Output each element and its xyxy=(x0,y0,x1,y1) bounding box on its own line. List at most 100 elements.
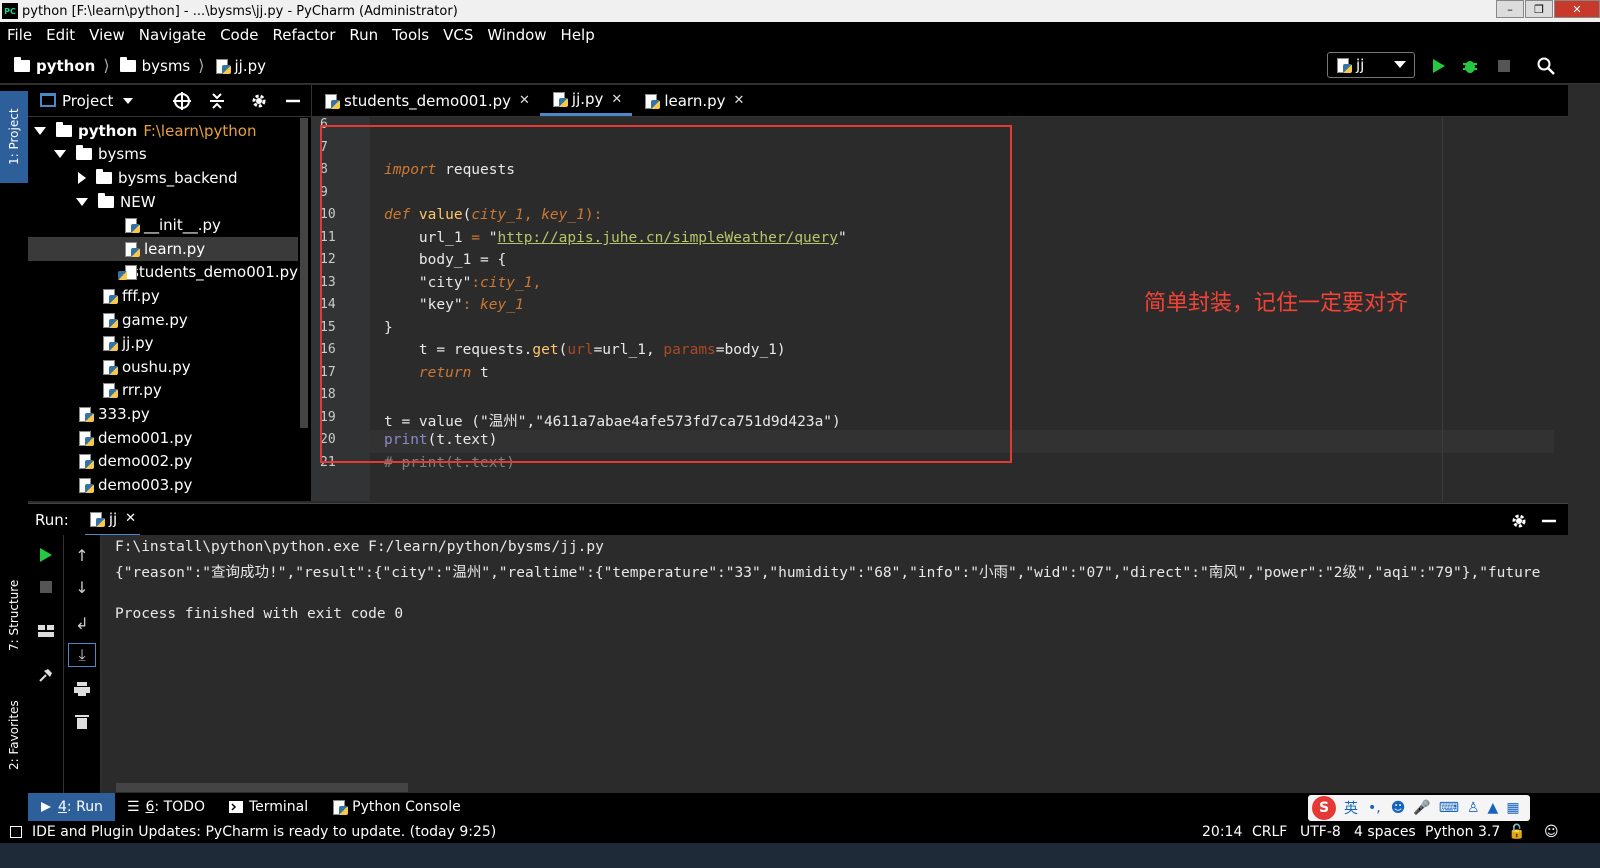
emoji-icon[interactable]: ☻ xyxy=(1391,800,1406,816)
tree-item-demo002-py[interactable]: demo002.py xyxy=(28,449,298,473)
close-tab-icon[interactable]: ✕ xyxy=(611,92,622,107)
maximize-button[interactable]: ❐ xyxy=(1525,0,1553,18)
minimize-button[interactable]: – xyxy=(1496,0,1524,18)
run-console-output[interactable]: F:\install\python\python.exe F:/learn/py… xyxy=(101,535,1568,793)
caret-position[interactable]: 20:14 xyxy=(1202,824,1242,840)
collapse-all-icon[interactable] xyxy=(208,92,226,110)
menu-view[interactable]: View xyxy=(82,26,132,44)
print-button[interactable] xyxy=(64,677,100,701)
tree-item-333-py[interactable]: 333.py xyxy=(28,402,298,426)
status-message[interactable]: IDE and Plugin Updates: PyCharm is ready… xyxy=(32,824,496,840)
scroll-up-button[interactable]: ↑ xyxy=(64,543,100,567)
menu-edit[interactable]: Edit xyxy=(39,26,82,44)
project-panel-title[interactable]: Project xyxy=(62,92,113,110)
line-separator[interactable]: CRLF xyxy=(1252,824,1287,840)
hide-panel-icon[interactable] xyxy=(284,92,302,110)
close-window-button[interactable]: ✕ xyxy=(1554,0,1600,18)
tree-item-bysms-backend[interactable]: bysms_backend xyxy=(28,166,298,190)
punctuation-icon[interactable]: •, xyxy=(1368,800,1381,816)
python-interpreter[interactable]: Python 3.7 xyxy=(1425,824,1500,840)
tool-tab-todo[interactable]: ☰ 6: TODO xyxy=(115,793,217,821)
tree-item-fff-py[interactable]: fff.py xyxy=(28,284,298,308)
scroll-down-button[interactable]: ↓ xyxy=(64,575,100,599)
microphone-icon[interactable]: 🎤 xyxy=(1413,800,1430,816)
run-button[interactable] xyxy=(1428,56,1448,76)
tab-learn-py[interactable]: learn.py ✕ xyxy=(632,85,754,116)
search-everywhere-button[interactable] xyxy=(1536,56,1556,76)
user-icon[interactable]: ♙ xyxy=(1467,800,1480,816)
tree-item-bysms[interactable]: bysms xyxy=(28,143,298,167)
arrow-down-icon: ↓ xyxy=(75,577,89,597)
python-file-icon xyxy=(124,241,140,257)
tree-item-new[interactable]: NEW xyxy=(28,190,298,214)
debug-button[interactable] xyxy=(1460,56,1480,76)
status-toggle-icon[interactable] xyxy=(10,826,22,838)
wrap-icon: ↲ xyxy=(75,613,89,633)
tree-item-python[interactable]: python F:\learn\python xyxy=(28,119,298,143)
stop-button[interactable] xyxy=(1494,56,1514,76)
indent-setting[interactable]: 4 spaces xyxy=(1354,824,1416,840)
menu-help[interactable]: Help xyxy=(554,26,602,44)
code-editor[interactable]: 6 7 8 9 10 11 12 13 14 15 16 17 18 19 20… xyxy=(312,117,1568,501)
tool-tab-python-console[interactable]: Python Console xyxy=(320,793,473,821)
rerun-button[interactable] xyxy=(28,543,64,567)
python-file-icon xyxy=(102,382,118,399)
console-horizontal-scrollbar[interactable] xyxy=(116,783,408,792)
menu-code[interactable]: Code xyxy=(213,26,265,44)
gear-icon[interactable] xyxy=(250,92,268,110)
menu-refactor[interactable]: Refactor xyxy=(265,26,342,44)
tool-tab-structure[interactable]: 7: Structure xyxy=(0,565,28,665)
gear-icon[interactable] xyxy=(1510,512,1528,530)
tab-jj-py[interactable]: jj.py ✕ xyxy=(539,85,633,116)
tree-item-init-py[interactable]: __init__.py xyxy=(28,213,298,237)
project-scrollbar[interactable] xyxy=(300,118,308,428)
menu-window[interactable]: Window xyxy=(480,26,553,44)
tool-tab-favorites[interactable]: 2: Favorites xyxy=(0,685,28,785)
menu-run[interactable]: Run xyxy=(342,26,385,44)
clear-all-button[interactable] xyxy=(64,709,100,733)
menu-tools[interactable]: Tools xyxy=(385,26,436,44)
menu-file[interactable]: File xyxy=(0,26,39,44)
breadcrumb-jj-py[interactable]: jj.py xyxy=(215,57,266,75)
stop-button[interactable] xyxy=(28,575,64,599)
tree-item-students-demo001-py[interactable]: students_demo001.py xyxy=(28,261,298,285)
skin-icon[interactable]: ▲ xyxy=(1488,800,1499,816)
close-tab-icon[interactable]: ✕ xyxy=(734,93,745,108)
breadcrumb-python[interactable]: python xyxy=(14,56,95,75)
tree-item-demo003-py[interactable]: demo003.py xyxy=(28,473,298,497)
tree-item-oushu-py[interactable]: oushu.py xyxy=(28,355,298,379)
tree-item-game-py[interactable]: game.py xyxy=(28,308,298,332)
hide-panel-icon[interactable] xyxy=(1540,512,1558,530)
run-tab-jj[interactable]: jj ✕ xyxy=(84,504,141,536)
menu-navigate[interactable]: Navigate xyxy=(132,26,213,44)
soft-wrap-button[interactable]: ↲ xyxy=(64,611,100,635)
tree-item-rrr-py[interactable]: rrr.py xyxy=(28,379,298,403)
layout-button[interactable] xyxy=(28,619,64,643)
tool-tab-project[interactable]: 1: Project xyxy=(0,91,28,183)
scroll-to-end-button[interactable]: ⤓ xyxy=(68,643,96,667)
tree-item-jj-py[interactable]: jj.py xyxy=(28,331,298,355)
tree-item-learn-py[interactable]: learn.py xyxy=(28,236,298,261)
python-file-icon xyxy=(78,406,94,422)
tool-tab-terminal[interactable]: Terminal xyxy=(217,793,320,821)
keyboard-icon[interactable]: ⌨ xyxy=(1439,800,1459,816)
tree-item-demo001-py[interactable]: demo001.py xyxy=(28,426,298,450)
inspector-icon[interactable]: ☺ xyxy=(1544,824,1559,840)
input-method-toolbar[interactable]: S 英 •, ☻ 🎤 ⌨ ♙ ▲ ▦ xyxy=(1308,795,1530,821)
file-encoding[interactable]: UTF-8 xyxy=(1300,824,1341,840)
tab-students-demo001-py[interactable]: students_demo001.py ✕ xyxy=(312,85,540,116)
breadcrumb-separator-icon: ⟩ xyxy=(198,56,205,75)
chevron-down-icon[interactable] xyxy=(123,97,134,104)
breadcrumb-bysms[interactable]: bysms xyxy=(119,56,190,75)
run-configuration-select[interactable]: jj xyxy=(1327,52,1415,78)
lock-icon[interactable]: 🔓 xyxy=(1508,824,1525,840)
pin-button[interactable] xyxy=(28,663,64,687)
toolbox-icon[interactable]: ▦ xyxy=(1506,800,1519,816)
locate-icon[interactable] xyxy=(173,92,191,110)
close-tab-icon[interactable]: ✕ xyxy=(125,511,136,526)
close-tab-icon[interactable]: ✕ xyxy=(519,93,530,108)
menu-vcs[interactable]: VCS xyxy=(436,26,480,44)
editor-scrollbar[interactable] xyxy=(1554,117,1568,501)
tool-tab-run[interactable]: 4: Run xyxy=(28,793,115,821)
ime-mode[interactable]: 英 xyxy=(1344,798,1358,818)
